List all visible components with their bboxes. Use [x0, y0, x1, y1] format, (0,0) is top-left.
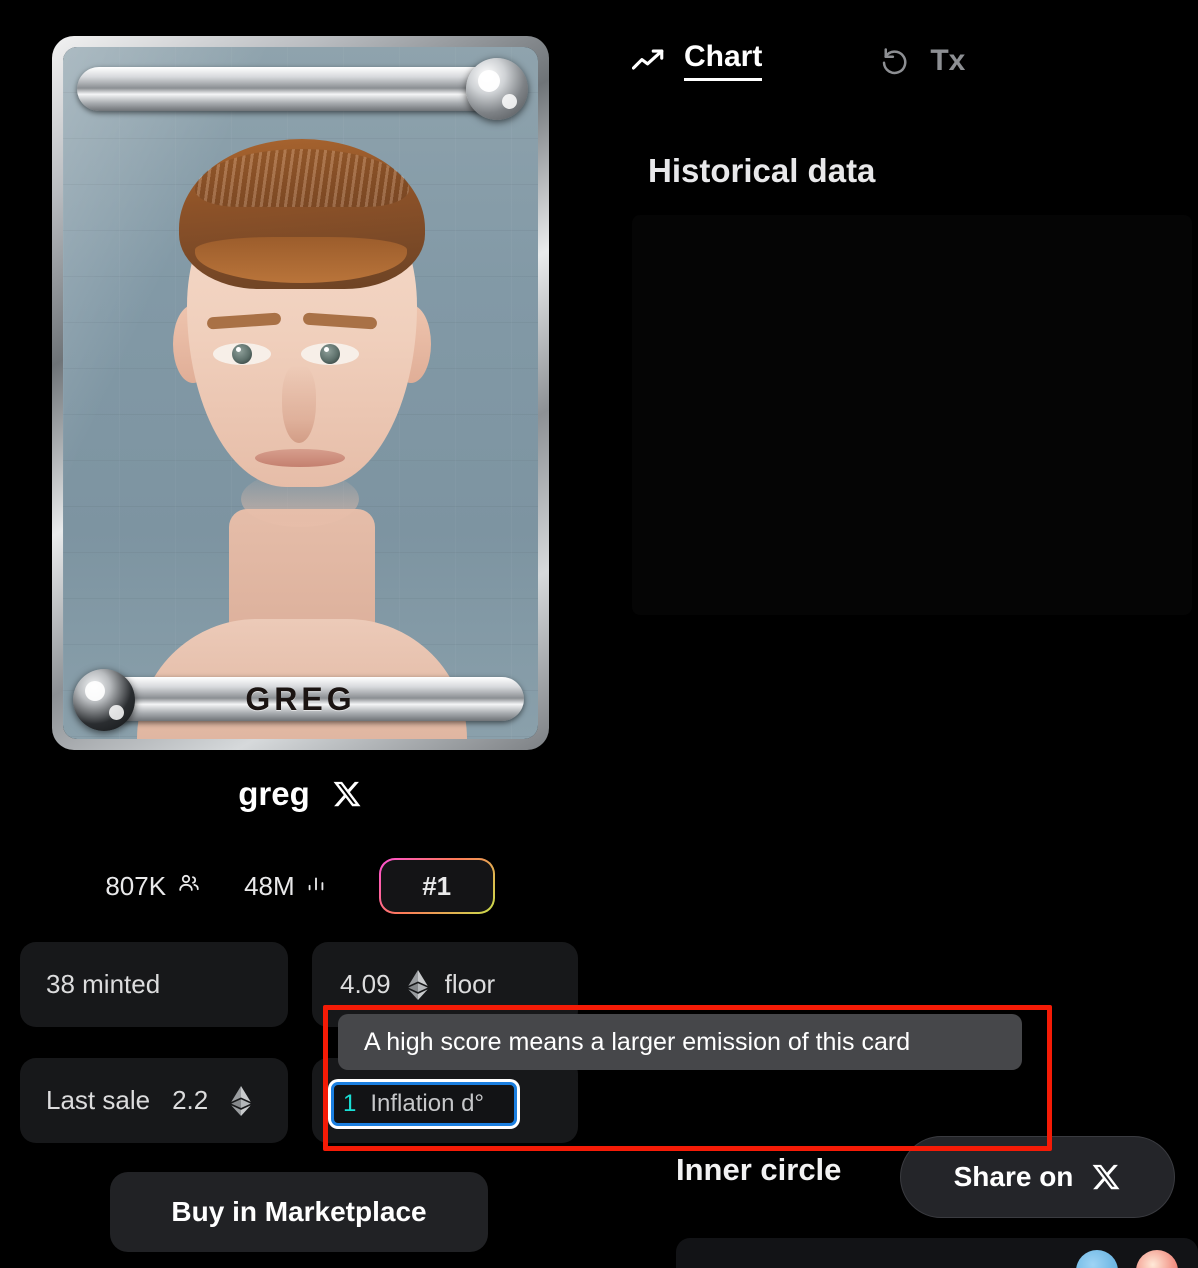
- historical-chart-canvas[interactable]: [632, 215, 1192, 615]
- ethereum-icon: [407, 969, 429, 1000]
- trending-up-icon: [632, 46, 666, 76]
- iris-left-shape: [231, 344, 252, 364]
- minted-label: 38 minted: [46, 969, 161, 999]
- floor-label: floor: [444, 969, 496, 999]
- info-card-minted[interactable]: 38 minted: [20, 942, 288, 1027]
- profile-name: greg: [238, 775, 310, 812]
- inflation-degree-value: 1: [343, 1090, 357, 1117]
- portrait-face: [136, 119, 467, 739]
- history-rotate-icon: [878, 46, 912, 76]
- inner-circle-title: Inner circle: [676, 1152, 842, 1187]
- app-root: GREG greg 807K 48M #1 38 minted 4.09 flo…: [0, 0, 1198, 1268]
- avatar[interactable]: [1136, 1250, 1178, 1268]
- inflation-degree-focused-field[interactable]: 1 Inflation d°: [331, 1082, 517, 1126]
- rank-badge[interactable]: #1: [378, 858, 495, 914]
- iris-right-shape: [319, 344, 340, 364]
- rank-badge-label: #1: [380, 860, 493, 912]
- left-panel: GREG greg 807K 48M #1 38 minted 4.09 flo…: [0, 0, 600, 1268]
- nose-shape: [281, 365, 316, 443]
- profile-stats-row: 807K 48M #1: [0, 858, 600, 914]
- card-top-knob-icon: [466, 58, 528, 120]
- card-bottom-chrome-bar: GREG: [77, 677, 524, 721]
- floor-value: 4.09: [340, 969, 391, 999]
- inflation-tooltip: A high score means a larger emission of …: [338, 1014, 1022, 1070]
- card-top-chrome-bar: [77, 67, 524, 111]
- stat-holders: 807K: [105, 871, 202, 902]
- inner-circle-avatars[interactable]: [676, 1238, 1198, 1268]
- mouth-shape: [254, 449, 345, 467]
- last-sale-value: 2.2: [172, 1085, 209, 1115]
- ethereum-icon: [230, 1085, 252, 1116]
- tab-chart-label: Chart: [684, 40, 763, 81]
- chin-shape: [240, 471, 359, 527]
- historical-data-title: Historical data: [648, 152, 876, 189]
- x-logo-icon: [1091, 1162, 1121, 1192]
- panel-tabs: Chart Tx: [632, 40, 965, 81]
- stat-volume: 48M: [244, 871, 327, 902]
- card-portrait-image: [63, 47, 538, 739]
- avatar[interactable]: [1076, 1250, 1118, 1268]
- last-sale-label: Last sale: [46, 1085, 151, 1115]
- buy-in-marketplace-button[interactable]: Buy in Marketplace: [110, 1172, 488, 1252]
- share-button-label: Share on: [953, 1161, 1074, 1192]
- stat-volume-value: 48M: [244, 870, 295, 901]
- tab-tx[interactable]: Tx: [878, 44, 965, 78]
- inflation-degree-label: Inflation d°: [370, 1090, 485, 1117]
- users-icon: [176, 871, 202, 902]
- stat-holders-value: 807K: [105, 870, 167, 901]
- x-logo-icon[interactable]: [332, 779, 362, 809]
- profile-name-row: greg: [0, 775, 600, 813]
- tab-chart[interactable]: Chart: [632, 40, 763, 81]
- card-bottom-knob-icon: [73, 669, 135, 731]
- bar-chart-icon: [305, 871, 327, 902]
- card-nameplate-text: GREG: [245, 680, 356, 717]
- eye-left-shape: [212, 343, 271, 365]
- nft-card-inner: GREG: [63, 47, 538, 739]
- share-on-x-button[interactable]: Share on: [900, 1136, 1175, 1218]
- tab-tx-label: Tx: [930, 43, 966, 77]
- eye-right-shape: [300, 343, 359, 365]
- nft-card[interactable]: GREG: [52, 36, 549, 750]
- right-panel: Chart Tx Historical data Inner circle Sh…: [600, 0, 1198, 1268]
- inflation-tooltip-text: A high score means a larger emission of …: [364, 1027, 911, 1056]
- info-card-last-sale[interactable]: Last sale 2.2: [20, 1058, 288, 1143]
